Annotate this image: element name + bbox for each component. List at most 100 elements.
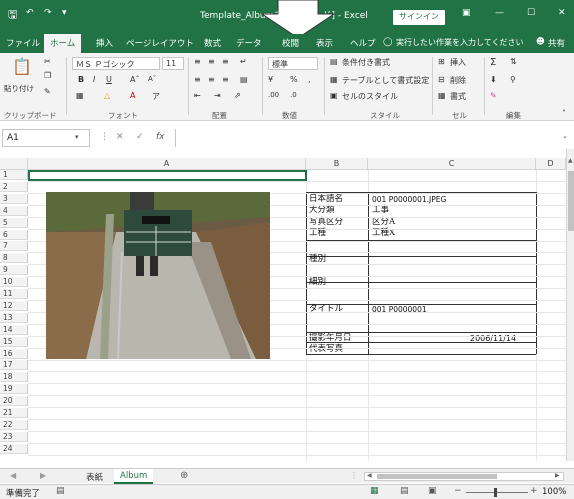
tab-home[interactable]: ホーム [44,34,82,53]
delete-cells-icon[interactable]: ⊟ [438,75,445,84]
bold-icon[interactable]: B [78,75,84,84]
tab-data[interactable]: データ [236,37,262,49]
row-header[interactable]: 3 [0,193,28,204]
macro-record-icon[interactable]: ▤ [56,486,65,496]
orientation-icon[interactable]: ⇗ [234,91,241,100]
close-icon[interactable]: ✕ [558,8,566,18]
autosum-icon[interactable]: Σ [490,57,496,68]
merge-center-icon[interactable]: ▤ [240,75,248,84]
row-header[interactable]: 7 [0,241,28,252]
tab-page-layout[interactable]: ページレイアウト [126,37,194,49]
row-header[interactable]: 19 [0,384,28,395]
tab-split-handle[interactable]: ⋮ [350,471,358,480]
row-header[interactable]: 14 [0,324,28,335]
undo-icon[interactable]: ↶ [26,8,34,18]
zoom-in-icon[interactable]: + [530,486,538,496]
number-format-select[interactable]: 標準 [268,57,318,70]
align-left-icon[interactable]: ≡ [194,75,201,84]
cell-styles-icon[interactable]: ▣ [330,91,338,100]
align-middle-icon[interactable]: ≡ [208,57,215,66]
cell-styles-button[interactable]: セルのスタイル [342,91,398,102]
row-header[interactable]: 2 [0,181,28,192]
column-header-c[interactable]: C [368,158,536,170]
sheet-tab-cover[interactable]: 表紙 [80,469,109,484]
name-box[interactable]: A1 ▾ [2,129,90,147]
redo-icon[interactable]: ↷ [44,8,52,18]
row-header[interactable]: 21 [0,408,28,418]
insert-cells-icon[interactable]: ⊞ [438,57,445,66]
column-header-b[interactable]: B [306,158,368,170]
column-header-a[interactable]: A [28,158,306,170]
insert-cells-button[interactable]: 挿入 [450,57,466,68]
minimize-icon[interactable]: — [495,8,504,18]
scroll-left-icon[interactable]: ◀ [367,472,372,479]
increase-decimal-icon[interactable]: .00 [268,91,279,99]
tab-view[interactable]: 表示 [316,37,333,49]
zoom-level[interactable]: 100% [542,487,566,497]
grow-font-icon[interactable]: Aˆ [130,75,139,84]
tab-insert[interactable]: 挿入 [96,37,113,49]
row-header[interactable]: 11 [0,289,28,299]
clear-icon[interactable]: ✎ [490,91,497,100]
tab-file[interactable]: ファイル [6,37,40,49]
value-title[interactable]: 001 P0000001 [372,304,427,315]
paste-icon[interactable]: 📋 [12,57,32,76]
row-header[interactable]: 1 [0,170,28,180]
decrease-indent-icon[interactable]: ⇤ [194,91,201,100]
underline-icon[interactable]: U [106,75,112,84]
delete-cells-button[interactable]: 削除 [450,75,466,86]
row-header[interactable]: 5 [0,217,28,228]
scroll-right-icon[interactable]: ▶ [555,472,560,479]
zoom-slider-thumb[interactable] [494,488,497,497]
tab-review[interactable]: 校閲 [282,37,299,49]
row-header[interactable]: 12 [0,300,28,311]
phonetic-icon[interactable]: ア [152,91,160,102]
align-bottom-icon[interactable]: ≡ [222,57,229,66]
row-header[interactable]: 18 [0,372,28,383]
page-break-view-icon[interactable]: ▣ [428,486,437,496]
row-header[interactable]: 13 [0,312,28,323]
row-header[interactable]: 4 [0,205,28,216]
insert-function-icon[interactable]: fx [156,132,165,142]
cut-icon[interactable]: ✂ [44,57,51,66]
horizontal-scroll-thumb[interactable] [377,474,497,479]
row-header[interactable]: 6 [0,229,28,240]
cancel-entry-icon[interactable]: ✕ [116,132,124,142]
fill-icon[interactable]: ⬇ [490,75,497,84]
maximize-icon[interactable]: ☐ [527,8,535,18]
shrink-font-icon[interactable]: Aˇ [148,75,156,83]
collapse-ribbon-icon[interactable]: ˄ [562,109,566,118]
construction-photo[interactable] [46,192,270,359]
row-header[interactable]: 17 [0,360,28,371]
save-icon[interactable]: 🖫 [8,6,17,25]
format-as-table-button[interactable]: テーブルとして書式設定 [342,75,429,86]
comma-icon[interactable]: , [308,75,311,84]
font-color-icon[interactable]: A [130,91,135,100]
selected-cell-a1[interactable] [28,170,307,181]
row-header[interactable]: 8 [0,253,28,264]
wrap-text-icon[interactable]: ↵ [240,57,247,66]
prev-sheet-icon[interactable]: ◀ [10,471,16,480]
format-painter-icon[interactable]: ✎ [44,87,51,96]
format-cells-button[interactable]: 書式 [450,91,466,102]
zoom-slider[interactable] [466,492,528,493]
borders-icon[interactable]: ▦ [76,91,84,100]
currency-icon[interactable]: ¥ [268,75,273,84]
select-all-corner[interactable] [0,158,28,170]
row-header[interactable]: 20 [0,396,28,407]
zoom-out-icon[interactable]: − [454,486,462,496]
confirm-entry-icon[interactable]: ✓ [136,132,144,142]
value-photo-category[interactable]: 区分A [372,217,395,228]
increase-indent-icon[interactable]: ⇥ [214,91,221,100]
vertical-scroll-thumb[interactable] [568,171,574,231]
expand-formula-icon[interactable]: ⌄ [562,132,568,140]
tell-me-box[interactable]: 実行したい作業を入力してください [396,37,524,48]
sheet-tab-album[interactable]: Album [114,469,154,484]
find-select-icon[interactable]: ⚲ [510,75,516,84]
font-size-select[interactable]: 11 [162,57,184,70]
vertical-scrollbar[interactable]: ▲ [566,149,574,461]
row-header[interactable]: 23 [0,431,28,442]
row-header[interactable]: 16 [0,348,28,359]
value-date-taken[interactable]: 2006/11/14 [470,333,516,344]
row-header[interactable]: 22 [0,419,28,430]
